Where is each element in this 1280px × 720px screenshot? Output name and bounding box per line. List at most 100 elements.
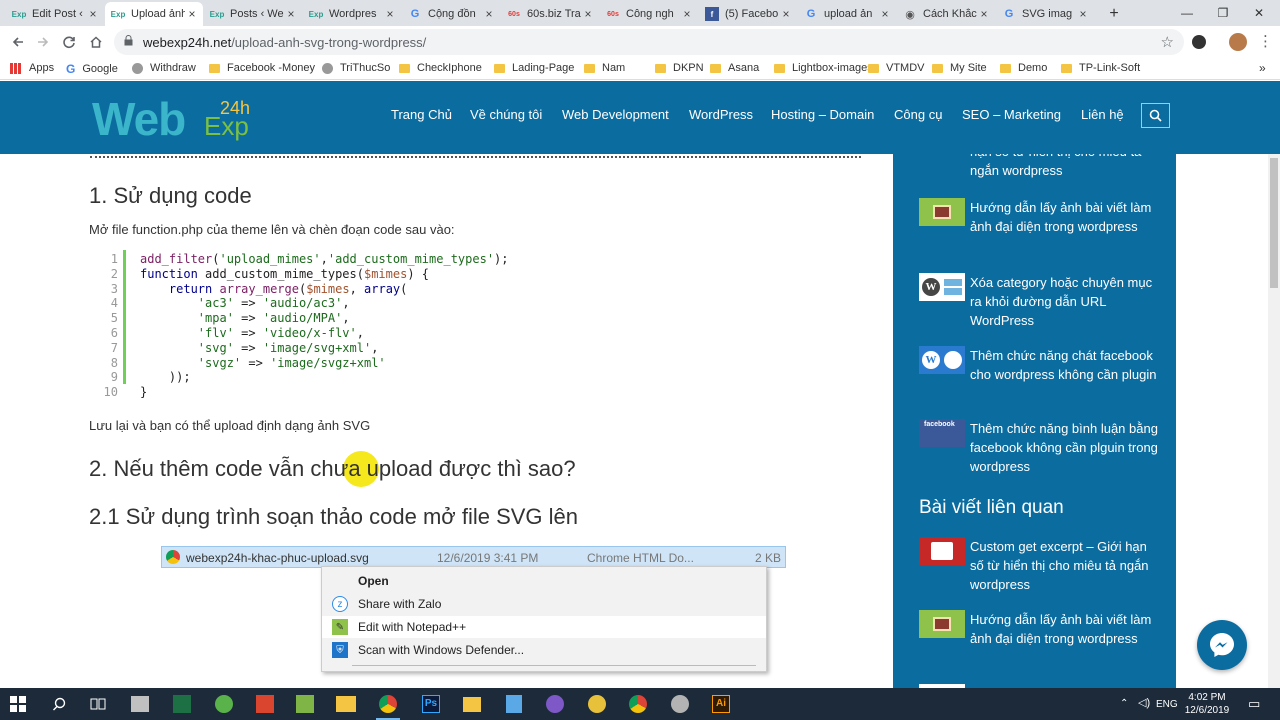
bookmark-item[interactable]: VTMDV xyxy=(868,62,925,74)
browser-tab[interactable]: G Cộng đồn × xyxy=(402,2,500,26)
page-scrollbar[interactable] xyxy=(1268,154,1280,688)
bookmark-item[interactable]: Facebook -Money xyxy=(209,62,315,74)
tab-close-icon[interactable]: × xyxy=(383,7,397,21)
menu-dots-icon[interactable]: ⋮ xyxy=(1258,32,1273,50)
paint-icon[interactable] xyxy=(585,692,609,716)
browser-tab[interactable]: G SVG imag × xyxy=(996,2,1094,26)
green-app-icon[interactable] xyxy=(212,692,236,716)
red-app-icon[interactable] xyxy=(253,692,277,716)
bookmark-item[interactable]: Demo xyxy=(1000,62,1047,74)
tab-close-icon[interactable]: × xyxy=(86,7,100,21)
tab-close-icon[interactable]: × xyxy=(581,7,595,21)
bookmark-item[interactable]: DKPN xyxy=(655,62,704,74)
browser-tab[interactable]: Gupload ản × xyxy=(798,2,896,26)
search-icon[interactable] xyxy=(47,692,71,716)
bookmark-label: Withdraw xyxy=(150,62,196,74)
notepad-icon[interactable] xyxy=(502,692,526,716)
ctx-share-zalo[interactable]: z Share with Zalo xyxy=(322,593,766,615)
apps-grid-icon xyxy=(10,62,21,74)
reload-button[interactable] xyxy=(59,32,79,52)
tab-close-icon[interactable]: × xyxy=(878,7,892,21)
ctx-scan-defender[interactable]: ⛨ Scan with Windows Defender... xyxy=(322,639,766,661)
bookmark-item[interactable]: Lightbox-images xyxy=(774,62,873,74)
nav-menu-item[interactable]: Liên hệ xyxy=(1081,107,1124,122)
nav-menu-item[interactable]: SEO – Marketing xyxy=(962,107,1061,122)
windows-start-icon[interactable] xyxy=(6,692,30,716)
nav-menu-item[interactable]: Hosting – Domain xyxy=(771,107,874,122)
folder-icon[interactable] xyxy=(460,692,484,716)
tab-title: Posts ‹ We xyxy=(230,8,284,20)
browser-tab[interactable]: f (5) Facebo × xyxy=(699,2,797,26)
profile-avatar[interactable] xyxy=(1229,33,1247,51)
browser-tab[interactable]: Exp Edit Post ‹ × xyxy=(6,2,104,26)
nav-menu-item[interactable]: Công cụ xyxy=(894,107,942,122)
tools-app-icon[interactable] xyxy=(293,692,317,716)
site-logo[interactable]: Web 24h Exp xyxy=(92,93,257,146)
bookmark-label: Lightbox-images xyxy=(792,62,873,74)
extension-icon[interactable] xyxy=(1192,35,1206,49)
home-button[interactable] xyxy=(86,32,106,52)
tray-chevron-icon[interactable]: ⌃ xyxy=(1120,698,1128,709)
tab-close-icon[interactable]: × xyxy=(1076,7,1090,21)
ctx-open[interactable]: Open xyxy=(322,570,766,592)
bookmarks-overflow-button[interactable]: » xyxy=(1259,61,1266,75)
ctx-edit-notepad[interactable]: ✎ Edit with Notepad++ xyxy=(322,616,766,638)
nav-menu-item[interactable]: Web Development xyxy=(562,107,669,122)
bookmark-item[interactable]: CheckIphone xyxy=(399,62,482,74)
forward-button[interactable] xyxy=(33,32,53,52)
bookmark-label: Demo xyxy=(1018,62,1048,74)
chrome-2-icon[interactable] xyxy=(626,692,650,716)
file-row[interactable]: webexp24h-khac-phuc-upload.svg 12/6/2019… xyxy=(161,546,786,568)
bookmark-item[interactable]: Asana xyxy=(710,62,759,74)
tab-close-icon[interactable]: × xyxy=(185,7,199,21)
notepad-plus-icon: ✎ xyxy=(332,619,348,635)
system-clock[interactable]: 4:02 PM 12/6/2019 xyxy=(1183,691,1231,717)
bookmark-item[interactable]: My Site xyxy=(932,62,987,74)
windows-taskbar: Ps Ai ⌃ ◁) ▭ xyxy=(0,688,1280,720)
browser-tab[interactable]: 60s Công ngh × xyxy=(600,2,698,26)
browser-tab[interactable]: ◉ Cách Khắc × xyxy=(897,2,995,26)
bookmark-item[interactable]: Nam xyxy=(584,62,625,74)
new-tab-button[interactable]: + xyxy=(1104,4,1124,24)
nav-menu-item[interactable]: Trang Chủ xyxy=(391,107,452,122)
photoshop-icon[interactable]: Ps xyxy=(419,692,443,716)
language-indicator[interactable]: ENG xyxy=(1156,699,1178,710)
filezilla-icon[interactable] xyxy=(668,692,692,716)
browser-tab[interactable]: Exp Wordpres × xyxy=(303,2,401,26)
bookmark-item[interactable]: TP-Link-Soft xyxy=(1061,62,1140,74)
file-explorer-icon[interactable] xyxy=(334,692,358,716)
close-window-button[interactable]: ✕ xyxy=(1236,0,1280,26)
browser-tab[interactable]: Exp Posts ‹ We × xyxy=(204,2,302,26)
address-bar[interactable]: webexp24h.net/upload-anh-svg-trong-wordp… xyxy=(114,29,1184,55)
browser-tab[interactable]: 60s 60s.biz Tra × xyxy=(501,2,599,26)
tab-close-icon[interactable]: × xyxy=(680,7,694,21)
browser-tab[interactable]: Exp Upload ảnh × xyxy=(105,2,203,26)
illustrator-icon[interactable]: Ai xyxy=(709,692,733,716)
bookmark-item[interactable]: Lading-Page xyxy=(494,62,574,74)
site-search-button[interactable] xyxy=(1141,103,1170,128)
scrollbar-thumb[interactable] xyxy=(1270,158,1278,288)
sidebar-recent-post-title: Thêm chức năng chát facebook cho wordpre… xyxy=(970,348,1157,382)
nav-menu-item[interactable]: WordPress xyxy=(689,107,753,122)
excel-icon[interactable] xyxy=(170,692,194,716)
bookmark-item[interactable]: Apps xyxy=(10,62,54,74)
messenger-chat-button[interactable] xyxy=(1197,620,1247,670)
back-button[interactable] xyxy=(8,32,28,52)
tab-close-icon[interactable]: × xyxy=(482,7,496,21)
nav-menu-item[interactable]: Về chúng tôi xyxy=(470,107,542,122)
tab-close-icon[interactable]: × xyxy=(284,7,298,21)
notification-icon[interactable]: ▭ xyxy=(1248,696,1260,712)
bookmark-item[interactable]: Withdraw xyxy=(132,62,196,74)
store-icon[interactable] xyxy=(128,692,152,716)
bookmark-item[interactable]: TriThucSo xyxy=(322,62,390,74)
ctx-separator xyxy=(352,665,756,666)
tab-close-icon[interactable]: × xyxy=(779,7,793,21)
bookmark-item[interactable]: G Google xyxy=(66,62,118,76)
task-view-icon[interactable] xyxy=(86,692,110,716)
tab-close-icon[interactable]: × xyxy=(977,7,991,21)
star-icon[interactable]: ☆ xyxy=(1161,33,1174,51)
speaker-icon[interactable]: ◁) xyxy=(1138,696,1150,709)
viber-icon[interactable] xyxy=(543,692,567,716)
file-size: 2 KB xyxy=(754,551,781,565)
chrome-icon[interactable] xyxy=(376,692,400,720)
